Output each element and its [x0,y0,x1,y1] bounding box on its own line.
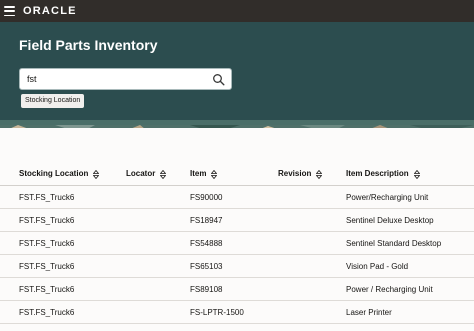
oracle-logo: ORACLE [23,5,77,17]
table-cell-stocking-location: FST.FS_Truck6 [19,216,75,225]
table-cell-stocking-location: FST.FS_Truck6 [19,308,75,317]
table-cell-item-description: Power/Recharging Unit [346,193,429,202]
page-header: Field Parts Inventory fst Stocking Locat… [0,22,474,120]
column-header-locator[interactable]: Locator [126,169,167,179]
sort-icon[interactable] [413,169,420,179]
table-cell-stocking-location: FST.FS_Truck6 [19,285,75,294]
search-field[interactable]: fst [19,68,232,90]
column-header-label: Stocking Location [19,169,89,178]
table-cell-stocking-location: FST.FS_Truck6 [19,193,75,202]
inventory-table: Stocking Location Locator Item Revision Item… [0,128,474,331]
column-header-label: Item Description [346,169,409,178]
column-header-label: Revision [278,169,312,178]
table-cell-item: FS18947 [190,216,223,225]
table-cell-item-description: Vision Pad - Gold [346,262,409,271]
table-cell-item: FS54888 [190,239,223,248]
hamburger-menu-icon[interactable] [4,5,15,17]
table-cell-item-description: Sentinel Deluxe Desktop [346,216,434,225]
table-cell-item-description: Laser Printer [346,308,392,317]
column-header-revision[interactable]: Revision [278,169,323,179]
sort-icon[interactable] [211,169,218,179]
search-icon[interactable] [212,73,225,86]
table-row[interactable]: FST.FS_Truck6 FS89108 Power / Recharging U… [0,278,474,301]
table-cell-item-description: Power / Recharging Unit [346,285,433,294]
sort-icon[interactable] [316,169,323,179]
table-cell-item-description: Sentinel Standard Desktop [346,239,442,248]
top-bar: ORACLE [0,0,474,22]
table-cell-item: FS-LPTR-1500 [190,308,244,317]
decorative-banner [0,120,474,128]
page-title: Field Parts Inventory [19,37,158,53]
column-header-label: Locator [126,169,156,178]
table-row[interactable]: FST.FS_Truck6 FS54888 Sentinel Standard De… [0,232,474,255]
column-header-item-description[interactable]: Item Description [346,169,420,179]
table-cell-stocking-location: FST.FS_Truck6 [19,239,75,248]
table-row[interactable]: FST.FS_Truck6 FS-LPTR-1500 Laser Printer [0,301,474,324]
sort-icon[interactable] [93,169,100,179]
table-header: Stocking Location Locator Item Revision Item… [0,161,474,186]
table-row[interactable]: FST.FS_Truck6 FS18947 Sentinel Deluxe Desk… [0,209,474,232]
stocking-location-filter-chip[interactable]: Stocking Location [21,94,85,108]
column-header-item[interactable]: Item [190,169,218,179]
column-header-label: Item [190,169,207,178]
table-cell-item: FS90000 [190,193,223,202]
column-header-stocking-location[interactable]: Stocking Location [19,169,100,179]
table-row[interactable]: FST.FS_Truck6 FS65103 Vision Pad - Gold [0,255,474,278]
table-row[interactable]: FST.FS_Truck6 FS90000 Power/Recharging Uni… [0,186,474,209]
table-cell-item: FS89108 [190,285,223,294]
search-input[interactable]: fst [27,73,37,85]
table-cell-stocking-location: FST.FS_Truck6 [19,262,75,271]
sort-icon[interactable] [160,169,167,179]
table-cell-item: FS65103 [190,262,223,271]
